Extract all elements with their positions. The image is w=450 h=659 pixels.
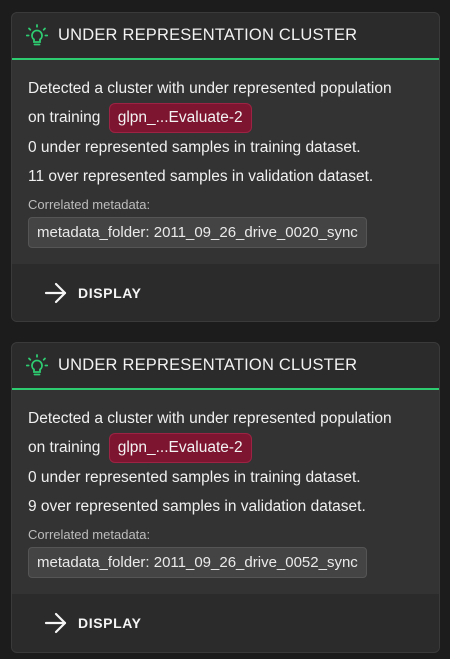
training-samples-text: 0 under represented samples in training …	[28, 139, 361, 156]
model-tag[interactable]: glpn_...Evaluate-2	[108, 103, 252, 133]
arrow-right-icon	[44, 281, 68, 305]
lightbulb-icon	[26, 353, 48, 378]
card-title: UNDER REPRESENTATION CLUSTER	[58, 356, 358, 374]
card-footer: DISPLAY	[12, 264, 439, 321]
training-samples-text: 0 under represented samples in training …	[28, 469, 361, 486]
insight-card: UNDER REPRESENTATION CLUSTER Detected a …	[11, 342, 440, 653]
description-line-training: on training glpn_...Evaluate-2	[28, 433, 423, 463]
validation-samples-text: 9 over represented samples in validation…	[28, 498, 366, 515]
correlated-metadata-label: Correlated metadata:	[28, 197, 151, 212]
card-header: UNDER REPRESENTATION CLUSTER	[12, 343, 439, 390]
arrow-right-icon	[44, 611, 68, 635]
correlated-metadata-label: Correlated metadata:	[28, 527, 151, 542]
card-body: Detected a cluster with under represente…	[12, 60, 439, 264]
description-line-training: on training glpn_...Evaluate-2	[28, 103, 423, 133]
display-button[interactable]: DISPLAY	[44, 611, 142, 635]
training-prefix: on training	[28, 439, 101, 456]
training-prefix: on training	[28, 109, 101, 126]
card-body: Detected a cluster with under represente…	[12, 390, 439, 594]
card-header: UNDER REPRESENTATION CLUSTER	[12, 13, 439, 60]
insight-card: UNDER REPRESENTATION CLUSTER Detected a …	[11, 12, 440, 322]
model-tag[interactable]: glpn_...Evaluate-2	[108, 433, 252, 463]
description-line: Detected a cluster with under represente…	[28, 80, 392, 97]
display-button[interactable]: DISPLAY	[44, 281, 142, 305]
metadata-chip[interactable]: metadata_folder: 2011_09_26_drive_0020_s…	[28, 217, 367, 248]
validation-samples-text: 11 over represented samples in validatio…	[28, 168, 374, 185]
display-button-label: DISPLAY	[78, 284, 142, 301]
metadata-chip[interactable]: metadata_folder: 2011_09_26_drive_0052_s…	[28, 547, 367, 578]
description-line: Detected a cluster with under represente…	[28, 410, 392, 427]
card-title: UNDER REPRESENTATION CLUSTER	[58, 26, 358, 44]
display-button-label: DISPLAY	[78, 614, 142, 631]
lightbulb-icon	[26, 23, 48, 48]
card-footer: DISPLAY	[12, 594, 439, 651]
